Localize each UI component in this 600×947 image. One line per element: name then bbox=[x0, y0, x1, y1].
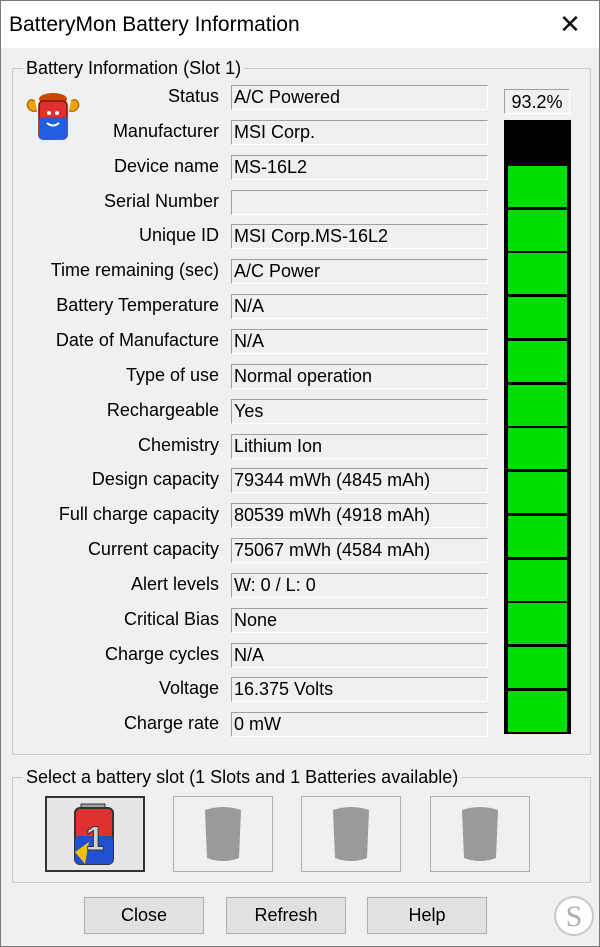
battery-info-legend: Battery Information (Slot 1) bbox=[23, 58, 245, 79]
field-label: Rechargeable bbox=[106, 400, 219, 420]
field-value bbox=[231, 190, 488, 215]
field-value: Lithium Ion bbox=[231, 434, 488, 459]
title-bar: BatteryMon Battery Information ✕ bbox=[1, 1, 599, 48]
field-value: MS-16L2 bbox=[231, 155, 488, 180]
field-value: A/C Powered bbox=[231, 85, 488, 110]
slot-2-button[interactable] bbox=[173, 796, 273, 872]
svg-text:S: S bbox=[566, 900, 583, 933]
field-value: None bbox=[231, 608, 488, 633]
field-label: Charge rate bbox=[123, 713, 219, 733]
field-label: Status bbox=[167, 86, 219, 106]
field-label: Charge cycles bbox=[104, 644, 219, 664]
refresh-button[interactable]: Refresh bbox=[226, 897, 346, 934]
meter-segment bbox=[508, 341, 567, 382]
meter-segment bbox=[508, 297, 567, 338]
field-label: Device name bbox=[113, 156, 219, 176]
field-value: Normal operation bbox=[231, 364, 488, 389]
empty-slot-icon bbox=[462, 807, 498, 861]
field-value: W: 0 / L: 0 bbox=[231, 573, 488, 598]
field-value: 0 mW bbox=[231, 712, 488, 737]
meter-segment bbox=[508, 560, 567, 601]
close-icon: ✕ bbox=[559, 9, 581, 39]
help-button[interactable]: Help bbox=[367, 897, 487, 934]
meter-segment bbox=[508, 122, 567, 163]
slot-1-button[interactable]: 1 bbox=[45, 796, 145, 872]
meter-segment bbox=[508, 691, 567, 732]
field-label: Date of Manufacture bbox=[55, 330, 219, 350]
empty-slot-icon bbox=[205, 807, 241, 861]
field-value: 75067 mWh (4584 mAh) bbox=[231, 538, 488, 563]
meter-segment bbox=[508, 385, 567, 426]
window-title: BatteryMon Battery Information bbox=[9, 13, 300, 36]
battery-slot-legend: Select a battery slot (1 Slots and 1 Bat… bbox=[23, 767, 462, 788]
window-close-button[interactable]: ✕ bbox=[541, 1, 599, 48]
field-label: Unique ID bbox=[138, 225, 219, 245]
meter-segment bbox=[508, 210, 567, 251]
field-value: N/A bbox=[231, 643, 488, 668]
field-value: 79344 mWh (4845 mAh) bbox=[231, 468, 488, 493]
field-label: Serial Number bbox=[103, 191, 219, 211]
field-label: Manufacturer bbox=[112, 121, 219, 141]
slot-1-number: 1 bbox=[86, 820, 105, 858]
field-value: Yes bbox=[231, 399, 488, 424]
field-label: Time remaining (sec) bbox=[50, 260, 219, 280]
field-label: Current capacity bbox=[87, 539, 219, 559]
meter-segment bbox=[508, 647, 567, 688]
field-label: Critical Bias bbox=[123, 609, 219, 629]
field-value: MSI Corp.MS-16L2 bbox=[231, 224, 488, 249]
field-label: Full charge capacity bbox=[58, 504, 219, 524]
meter-segment bbox=[508, 516, 567, 557]
empty-slot-icon bbox=[333, 807, 369, 861]
watermark-logo: S bbox=[554, 896, 594, 936]
battery-slot-icon: 1 bbox=[74, 803, 114, 865]
meter-segment bbox=[508, 166, 567, 207]
field-label: Type of use bbox=[125, 365, 219, 385]
field-value: A/C Power bbox=[231, 259, 488, 284]
field-value: N/A bbox=[231, 329, 488, 354]
field-value: N/A bbox=[231, 294, 488, 319]
field-label: Design capacity bbox=[91, 469, 219, 489]
meter-segment bbox=[508, 472, 567, 513]
meter-segment bbox=[508, 253, 567, 294]
field-value: 16.375 Volts bbox=[231, 677, 488, 702]
charge-percent-readout: 93.2% bbox=[504, 89, 570, 114]
charge-level-meter bbox=[504, 120, 571, 734]
field-label: Chemistry bbox=[137, 435, 219, 455]
field-label: Voltage bbox=[158, 678, 219, 698]
slot-4-button[interactable] bbox=[430, 796, 530, 872]
meter-segment bbox=[508, 603, 567, 644]
field-value: 80539 mWh (4918 mAh) bbox=[231, 503, 488, 528]
field-label: Battery Temperature bbox=[56, 295, 219, 315]
battery-info-window: BatteryMon Battery Information ✕ Battery… bbox=[0, 0, 600, 947]
field-label: Alert levels bbox=[130, 574, 219, 594]
meter-segment bbox=[508, 428, 567, 469]
slot-3-button[interactable] bbox=[301, 796, 401, 872]
field-value: MSI Corp. bbox=[231, 120, 488, 145]
close-button[interactable]: Close bbox=[84, 897, 204, 934]
